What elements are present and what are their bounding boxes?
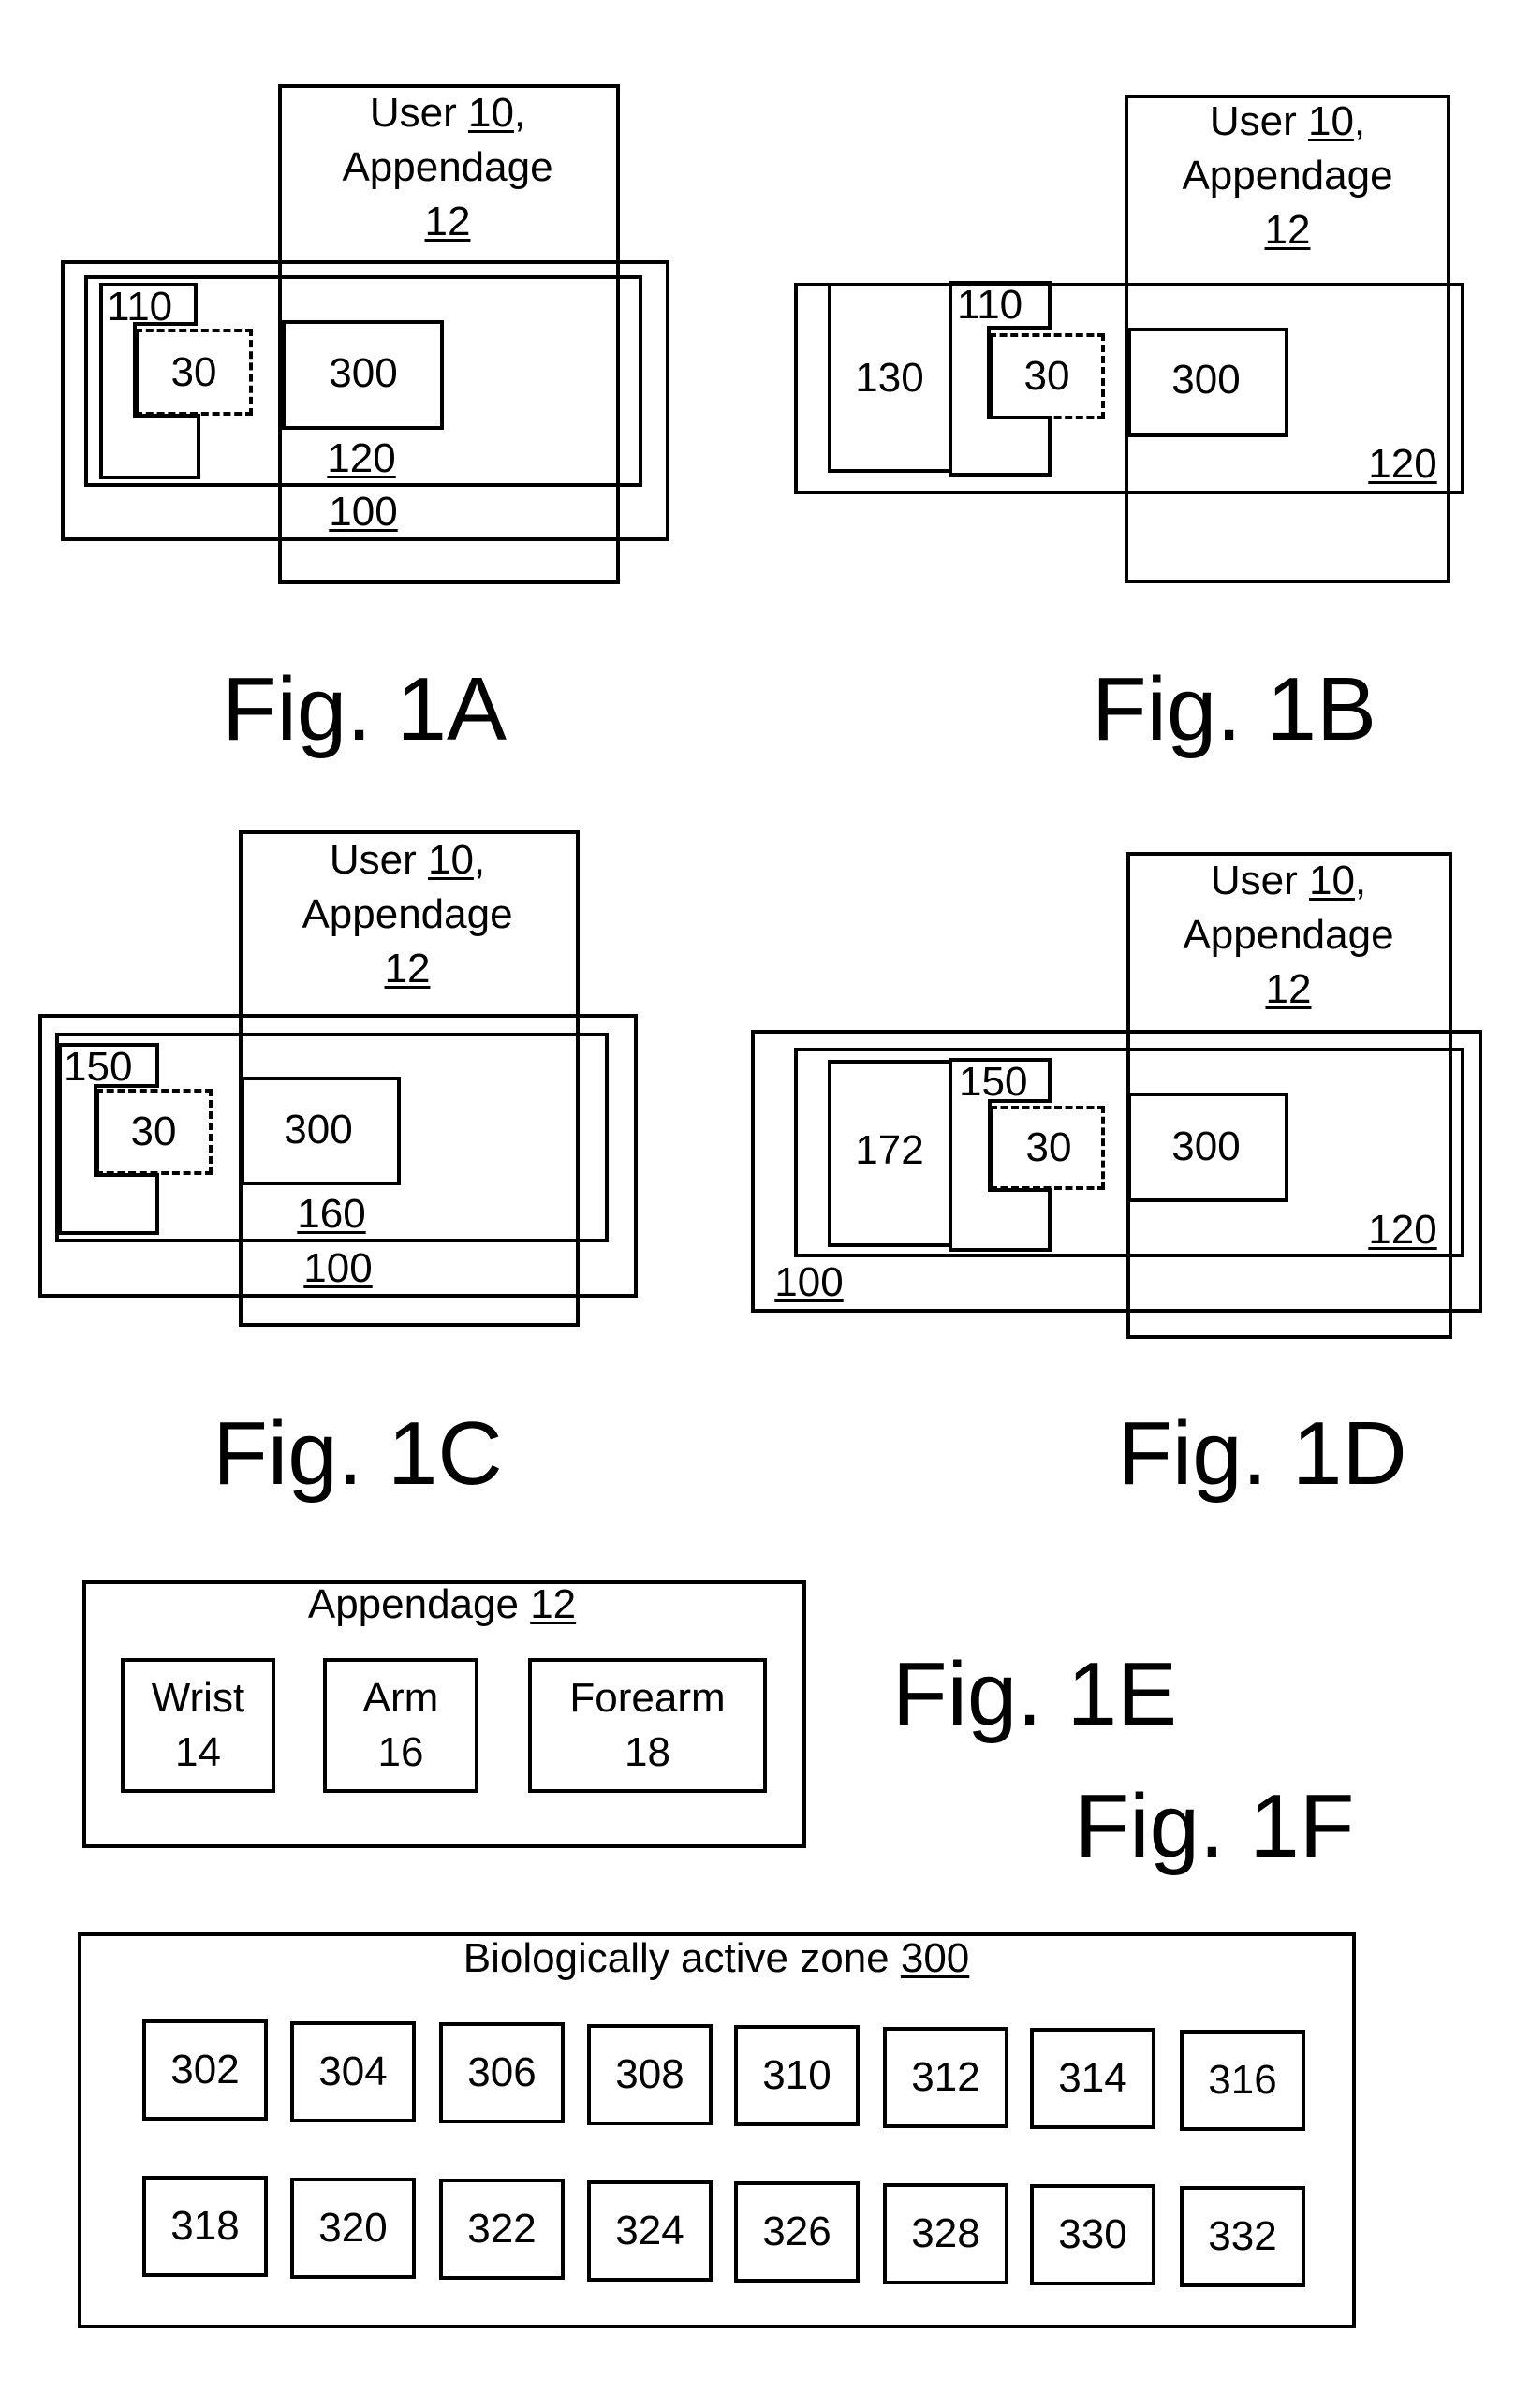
subzone-box: 330	[1030, 2184, 1155, 2285]
user-appendage-label: User 10, Appendage 12	[1183, 858, 1394, 1012]
band-label: 120	[327, 435, 396, 481]
part-wrist: Wrist 14	[121, 1658, 275, 1793]
part-arm: Arm 16	[323, 1658, 478, 1793]
subzone-box: 316	[1180, 2029, 1305, 2131]
housing-label: 150	[959, 1059, 1028, 1105]
appendage-title: Appendage 12	[307, 1581, 577, 1627]
sensor-label: 30	[170, 349, 217, 395]
band-label: 160	[297, 1191, 366, 1237]
module-label: 130	[855, 355, 924, 401]
bio-zone-title: Biologically active zone 300	[463, 1935, 970, 1981]
figure-caption: Fig. 1C	[213, 1403, 503, 1504]
sensor-label: 30	[1025, 1124, 1072, 1170]
subzone-box: 322	[439, 2179, 565, 2280]
subzone-box: 320	[290, 2177, 416, 2279]
sensor-label: 30	[130, 1109, 177, 1154]
band-label: 120	[1368, 1207, 1437, 1253]
subzone-box: 310	[734, 2025, 860, 2126]
subzone-box: 308	[587, 2023, 713, 2125]
subzone-box: 326	[734, 2181, 860, 2283]
figure-caption: Fig. 1D	[1117, 1403, 1407, 1504]
subzone-box: 328	[883, 2182, 1008, 2284]
figure-caption: Fig. 1F	[1074, 1776, 1355, 1876]
subzone-box: 332	[1180, 2185, 1305, 2287]
device-label: 100	[303, 1245, 373, 1291]
device-label: 100	[329, 489, 398, 535]
subzone-box: 318	[142, 2176, 268, 2277]
sensor-label: 30	[1023, 353, 1070, 399]
bio-zone-label: 300	[329, 350, 398, 396]
figure-caption: Fig. 1E	[891, 1644, 1178, 1744]
figure-caption: Fig. 1A	[221, 659, 508, 759]
subzone-box: 302	[142, 2019, 268, 2121]
bio-zone-label: 300	[1171, 357, 1241, 403]
bio-zone-label: 300	[284, 1107, 353, 1153]
user-appendage-label: User 10, Appendage 12	[342, 90, 553, 244]
subzone-box: 314	[1030, 2028, 1155, 2129]
housing-label: 110	[107, 284, 173, 330]
subzone-box: 304	[290, 2020, 416, 2122]
bio-zone-box	[78, 1932, 1356, 2328]
bio-zone-label: 300	[1171, 1123, 1241, 1169]
figure-caption: Fig. 1B	[1091, 659, 1377, 759]
band-label: 120	[1368, 441, 1437, 487]
device-label: 100	[774, 1259, 844, 1305]
module-label: 172	[855, 1127, 924, 1173]
part-forearm: Forearm 18	[528, 1658, 767, 1793]
subzone-box: 306	[439, 2022, 565, 2123]
housing-label: 150	[64, 1044, 133, 1090]
housing-label: 110	[957, 282, 1023, 328]
subzone-box: 324	[587, 2180, 713, 2282]
subzone-box: 312	[883, 2026, 1008, 2128]
user-appendage-label: User 10, Appendage 12	[1182, 98, 1393, 253]
user-appendage-label: User 10, Appendage 12	[302, 837, 513, 991]
